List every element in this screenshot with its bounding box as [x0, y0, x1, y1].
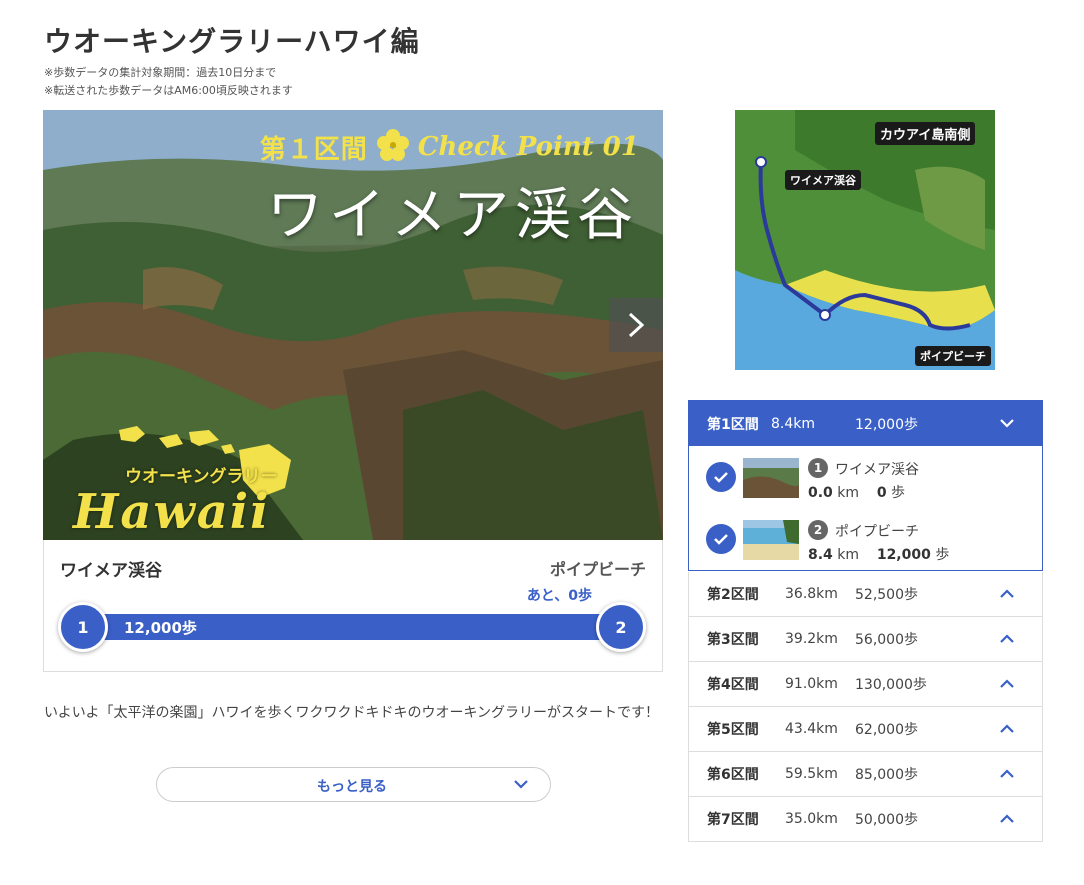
- start-node: 1: [58, 602, 108, 652]
- section-3-row[interactable]: 第3区間 39.2km 56,000歩: [688, 617, 1043, 662]
- checkpoint-label: Check Point 01: [417, 132, 639, 162]
- section-description: いよいよ「太平洋の楽園」ハワイを歩くワクワクドキドキのウオーキングラリーがスター…: [44, 705, 660, 721]
- logo-title: Hawaii: [73, 484, 271, 540]
- section-distance: 8.4km: [771, 415, 816, 432]
- map-label-end: ポイプビーチ: [915, 346, 991, 366]
- section-list: 第2区間 36.8km 52,500歩 第3区間 39.2km 56,000歩 …: [688, 572, 1043, 842]
- chevron-up-icon: [1000, 589, 1014, 598]
- next-slide-button[interactable]: [609, 298, 663, 352]
- more-button-label: もっと見る: [317, 779, 387, 795]
- section-6-row[interactable]: 第6区間 59.5km 85,000歩: [688, 752, 1043, 797]
- end-point-name: ポイプビーチ: [549, 560, 646, 579]
- chevron-right-icon: [628, 312, 645, 338]
- checkpoint-heading: 第１区間 Check Point 01: [260, 128, 639, 166]
- checkpoint-name: ワイメア渓谷: [835, 462, 919, 478]
- end-node: 2: [596, 602, 646, 652]
- page-title: ウオーキングラリーハワイ編: [44, 25, 420, 58]
- check-icon[interactable]: [706, 524, 736, 554]
- chevron-up-icon: [1000, 814, 1014, 823]
- route-map: カウアイ島南側 ワイメア渓谷 ポイプビーチ: [735, 110, 995, 370]
- section-label: 第１区間: [259, 134, 368, 165]
- map-title: カウアイ島南側: [875, 122, 976, 145]
- hero-place-name: ワイメア渓谷: [267, 183, 639, 248]
- map-label-start: ワイメア渓谷: [785, 170, 861, 190]
- more-button[interactable]: もっと見る: [156, 767, 551, 802]
- period-note: ※歩数データの集計対象期間：過去10日分まで: [44, 66, 277, 79]
- checkpoint-number: 2: [808, 520, 828, 540]
- chevron-up-icon: [1000, 724, 1014, 733]
- section-steps: 12,000歩: [855, 416, 918, 433]
- checkpoint-number: 1: [808, 458, 828, 478]
- checkpoint-row: 1 ワイメア渓谷 0.0 km 0 歩: [689, 446, 1042, 508]
- hibiscus-icon: [376, 128, 410, 166]
- section-2-row[interactable]: 第2区間 36.8km 52,500歩: [688, 572, 1043, 617]
- section-5-row[interactable]: 第5区間 43.4km 62,000歩: [688, 707, 1043, 752]
- remaining-steps: あと、0歩: [526, 588, 592, 604]
- chevron-up-icon: [1000, 679, 1014, 688]
- section-name: 第1区間: [707, 416, 759, 433]
- chevron-down-icon: [1000, 419, 1014, 428]
- rally-logo: ウオーキングラリー Hawaii: [59, 420, 309, 540]
- checkpoint-thumbnail: [743, 458, 799, 498]
- check-icon[interactable]: [706, 462, 736, 492]
- reflect-note: ※転送された歩数データはAM6:00頃反映されます: [44, 84, 293, 97]
- chevron-up-icon: [1000, 634, 1014, 643]
- start-point-name: ワイメア渓谷: [60, 561, 162, 581]
- section-progress: ワイメア渓谷 ポイプビーチ あと、0歩 12,000歩 1 2: [43, 540, 663, 672]
- section-1-header[interactable]: 第1区間 8.4km 12,000歩: [689, 401, 1042, 446]
- checkpoint-row: 2 ポイプビーチ 8.4 km 12,000 歩: [689, 508, 1042, 570]
- section-7-row[interactable]: 第7区間 35.0km 50,000歩: [688, 797, 1043, 842]
- chevron-up-icon: [1000, 769, 1014, 778]
- progress-steps: 12,000歩: [124, 619, 197, 637]
- checkpoint-name: ポイプビーチ: [835, 524, 919, 540]
- chevron-down-icon: [514, 780, 528, 789]
- section-1-panel: 第1区間 8.4km 12,000歩 1 ワイメア渓谷 0.0 km 0 歩 2…: [688, 400, 1043, 571]
- progress-bar: 12,000歩: [84, 614, 624, 640]
- hero-slide: 第１区間 Check Point 01 ワイメア渓谷 ウオーキングラリー Haw…: [43, 110, 663, 540]
- kauai-map: [735, 110, 995, 370]
- checkpoint-stats: 8.4 km 12,000 歩: [808, 547, 950, 563]
- section-4-row[interactable]: 第4区間 91.0km 130,000歩: [688, 662, 1043, 707]
- checkpoint-stats: 0.0 km 0 歩: [808, 485, 906, 501]
- checkpoint-thumbnail: [743, 520, 799, 560]
